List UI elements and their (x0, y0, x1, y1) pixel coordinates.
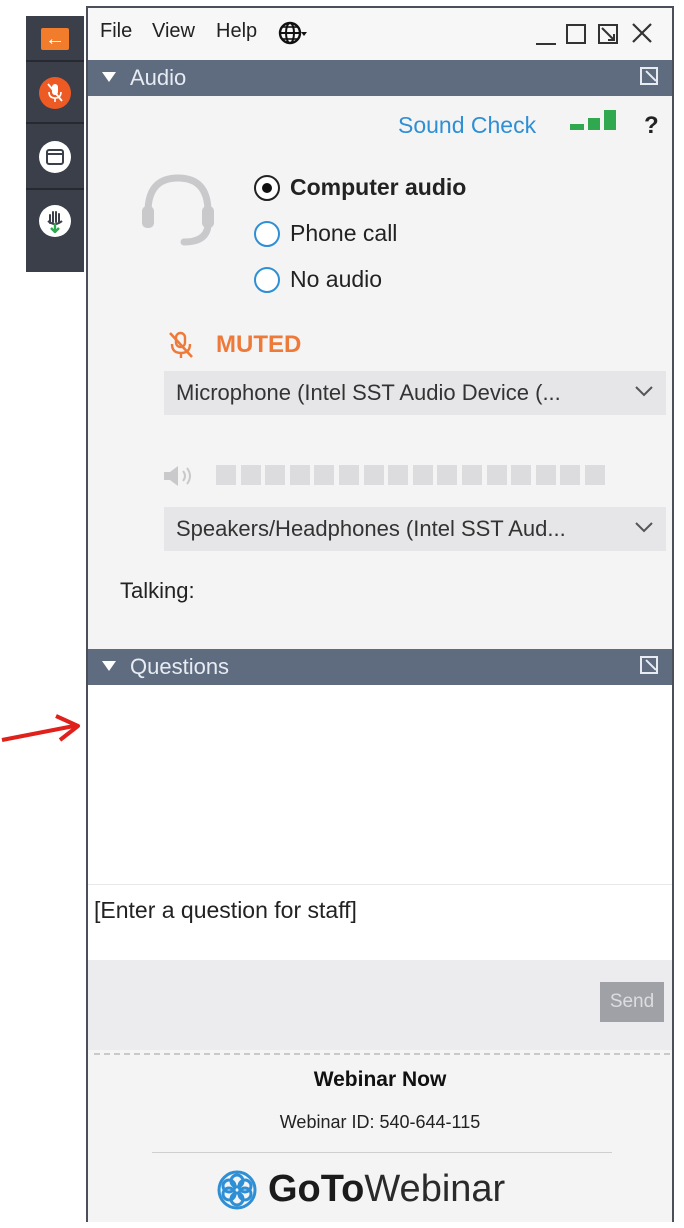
toolbar-divider (26, 60, 84, 62)
meter-segment (486, 465, 507, 485)
toolbar-divider (26, 122, 84, 124)
popout-icon[interactable] (640, 656, 658, 674)
meter-segment (240, 465, 261, 485)
brand-webinar: Webinar (364, 1168, 506, 1210)
option-computer-audio[interactable]: Computer audio (254, 174, 466, 201)
collapse-triangle-icon (102, 72, 116, 82)
speakers-value: Speakers/Headphones (Intel SST Aud... (176, 516, 566, 541)
muted-status[interactable]: MUTED (166, 330, 301, 360)
collapse-triangle-icon (102, 661, 116, 671)
meter-segment (584, 465, 605, 485)
meter-segment (461, 465, 482, 485)
meter-segment (289, 465, 310, 485)
webinar-id: Webinar ID: 540-644-115 (279, 1112, 481, 1132)
back-arrow-icon: ← (41, 28, 69, 50)
meter-segment (437, 465, 458, 485)
meter-segment (314, 465, 335, 485)
questions-header-title: Questions (130, 654, 230, 679)
option-label: No audio (290, 266, 383, 292)
webinar-name: Webinar Now (313, 1068, 447, 1091)
menubar: File View Help (88, 8, 672, 60)
mute-toggle-button[interactable] (34, 72, 76, 114)
help-icon[interactable]: ? (644, 112, 659, 140)
gotowebinar-logo: GoTo Webinar (216, 1168, 505, 1211)
meter-segment (535, 465, 556, 485)
divider (94, 1053, 670, 1055)
option-no-audio[interactable]: No audio (254, 266, 382, 293)
brand-goto: GoTo (268, 1168, 365, 1210)
audio-header-title: Audio (130, 65, 187, 90)
control-panel: File View Help Audio Sound Check ? Compu… (86, 6, 674, 1222)
show-panel-button[interactable] (34, 136, 76, 178)
chevron-down-icon (635, 522, 653, 533)
headset-icon (142, 174, 214, 246)
microphone-muted-icon (169, 331, 193, 358)
send-button[interactable]: Send (600, 982, 664, 1022)
toolbar-divider (26, 188, 84, 190)
microphone-value: Microphone (Intel SST Audio Device (... (176, 380, 561, 405)
question-placeholder: [Enter a question for staff] (94, 897, 357, 923)
send-area: Send (88, 960, 672, 1050)
back-arrow-button[interactable]: ← (34, 18, 76, 60)
meter-segment (216, 465, 236, 485)
speakers-select[interactable]: Speakers/Headphones (Intel SST Aud... (164, 507, 666, 551)
gotowebinar-logo-icon (217, 1170, 257, 1209)
signal-strength-icon (570, 110, 616, 130)
muted-label: MUTED (216, 331, 302, 358)
sound-check-link[interactable]: Sound Check (398, 112, 536, 139)
meter-segment (412, 465, 433, 485)
radio-button[interactable] (254, 220, 280, 247)
minimize-icon[interactable] (532, 18, 560, 48)
popout-icon[interactable] (640, 67, 658, 85)
raise-hand-icon (39, 205, 71, 237)
meter-segment (560, 465, 581, 485)
radio-button[interactable] (254, 174, 280, 201)
footer-divider (152, 1152, 612, 1153)
annotation-arrow (1, 714, 80, 742)
meter-segment (388, 465, 409, 485)
microphone-muted-icon (39, 77, 71, 109)
meter-segment (265, 465, 286, 485)
menu-view[interactable]: View (152, 20, 195, 43)
speaker-icon (164, 466, 191, 486)
microphone-select[interactable]: Microphone (Intel SST Audio Device (... (164, 371, 666, 415)
option-label: Computer audio (290, 174, 467, 200)
maximize-icon[interactable] (562, 18, 590, 48)
globe-icon[interactable] (278, 18, 308, 48)
questions-section-header[interactable]: Questions (88, 649, 672, 685)
meter-segment (338, 465, 359, 485)
option-label: Phone call (290, 220, 398, 246)
menu-file[interactable]: File (100, 20, 132, 43)
webinar-footer: Webinar Now Webinar ID: 540-644-115 GoTo… (88, 1056, 672, 1222)
side-toolbar: ← (26, 16, 84, 272)
menu-help[interactable]: Help (216, 20, 257, 43)
window-icon (39, 141, 71, 173)
meter-segment (363, 465, 384, 485)
volume-meter (216, 465, 605, 485)
questions-log[interactable] (88, 685, 672, 885)
chevron-down-icon (635, 386, 653, 397)
meter-segment (511, 465, 532, 485)
audio-section-header[interactable]: Audio (88, 60, 672, 96)
option-phone-call[interactable]: Phone call (254, 220, 397, 247)
popout-icon[interactable] (594, 18, 622, 48)
radio-button[interactable] (254, 266, 280, 293)
talking-label: Talking: (120, 578, 195, 603)
close-icon[interactable] (628, 18, 656, 48)
question-input[interactable]: [Enter a question for staff] (88, 884, 672, 962)
raise-hand-button[interactable] (34, 200, 76, 242)
